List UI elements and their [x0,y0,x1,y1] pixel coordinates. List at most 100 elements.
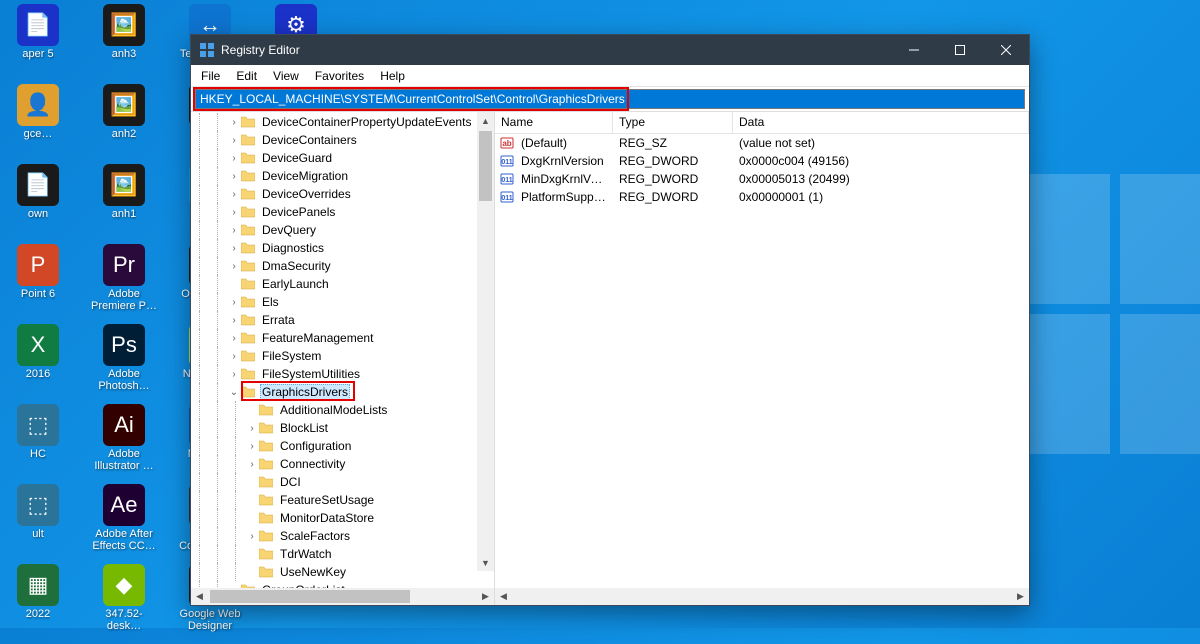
chevron-right-icon[interactable]: › [227,315,241,326]
chevron-right-icon[interactable]: › [227,297,241,308]
values-list[interactable]: ab(Default)REG_SZ(value not set)011DxgKr… [495,134,1029,588]
desktop-shortcut[interactable]: ◆347.52-desk… [90,562,158,642]
tree-horizontal-scrollbar[interactable]: ◀ ▶ [191,588,494,605]
scroll-right-icon[interactable]: ▶ [477,588,494,605]
tree-node[interactable]: UseNewKey [191,563,494,581]
column-data[interactable]: Data [733,112,1029,133]
tree-node[interactable]: EarlyLaunch [191,275,494,293]
chevron-right-icon[interactable]: › [227,225,241,236]
tree-node[interactable]: ›Errata [191,311,494,329]
app-icon: 🖼️ [103,164,145,206]
minimize-button[interactable] [891,35,937,65]
tree-node[interactable]: ›ScaleFactors [191,527,494,545]
desktop-shortcut[interactable]: 📄own [4,162,72,242]
tree-node[interactable]: ›DeviceContainers [191,131,494,149]
value-data: (value not set) [733,136,1029,150]
registry-value-row[interactable]: 011MinDxgKrnlVersi…REG_DWORD0x00005013 (… [495,170,1029,188]
chevron-right-icon[interactable]: › [227,333,241,344]
tree-node[interactable]: GroupOrderList [191,581,494,588]
desktop-shortcut[interactable]: ⬚ult [4,482,72,562]
chevron-right-icon[interactable]: › [227,261,241,272]
registry-value-row[interactable]: 011PlatformSuppor…REG_DWORD0x00000001 (1… [495,188,1029,206]
scroll-right-icon[interactable]: ▶ [1012,588,1029,605]
chevron-right-icon[interactable]: › [227,243,241,254]
value-type: REG_DWORD [613,190,733,204]
tree-node[interactable]: ›BlockList [191,419,494,437]
chevron-right-icon[interactable]: › [227,207,241,218]
desktop-shortcut[interactable]: PPoint 6 [4,242,72,322]
dword-value-icon: 011 [499,189,515,205]
menu-edit[interactable]: Edit [228,67,265,85]
tree-node[interactable]: ›DmaSecurity [191,257,494,275]
tree-node[interactable]: ›FeatureManagement [191,329,494,347]
desktop-shortcut[interactable]: AeAdobe After Effects CC… [90,482,158,562]
tree-node[interactable]: ⌄GraphicsDrivers [191,383,494,401]
chevron-right-icon[interactable]: › [227,153,241,164]
desktop-shortcut[interactable]: X2016 [4,322,72,402]
folder-icon [259,565,275,579]
desktop-shortcut[interactable]: PrAdobe Premiere P… [90,242,158,322]
tree-node[interactable]: ›FileSystemUtilities [191,365,494,383]
tree-node[interactable]: ›Connectivity [191,455,494,473]
tree-node[interactable]: AdditionalModeLists [191,401,494,419]
desktop-shortcut[interactable]: 🖼️anh2 [90,82,158,162]
chevron-right-icon[interactable]: › [227,351,241,362]
shortcut-label: 2022 [26,608,50,620]
chevron-down-icon[interactable]: ⌄ [227,387,241,398]
tree-node[interactable]: ›DevicePanels [191,203,494,221]
tree-node[interactable]: › Diagnostics [191,239,494,257]
address-bar[interactable] [195,89,1025,109]
tree-node[interactable]: ›DeviceMigration [191,167,494,185]
chevron-right-icon[interactable]: › [245,441,259,452]
chevron-right-icon[interactable]: › [245,531,259,542]
desktop-shortcut[interactable]: AiAdobe Illustrator … [90,402,158,482]
tree-scroll[interactable]: ›DeviceContainerPropertyUpdateEvents›Dev… [191,112,494,588]
menu-help[interactable]: Help [372,67,413,85]
close-button[interactable] [983,35,1029,65]
tree-node[interactable]: ›DeviceGuard [191,149,494,167]
chevron-right-icon[interactable]: › [245,423,259,434]
chevron-right-icon[interactable]: › [245,459,259,470]
desktop-shortcut[interactable]: 👤gce… [4,82,72,162]
menu-file[interactable]: File [193,67,228,85]
scroll-down-icon[interactable]: ▼ [477,554,494,571]
folder-icon [259,547,275,561]
desktop-shortcut[interactable]: ▦2022 [4,562,72,642]
column-type[interactable]: Type [613,112,733,133]
menu-favorites[interactable]: Favorites [307,67,372,85]
tree-node[interactable]: FeatureSetUsage [191,491,494,509]
tree-node[interactable]: DCI [191,473,494,491]
tree-node-label: Diagnostics [260,241,326,255]
tree-node[interactable]: ›Configuration [191,437,494,455]
scroll-left-icon[interactable]: ◀ [191,588,208,605]
column-name[interactable]: Name [495,112,613,133]
chevron-right-icon[interactable]: › [227,189,241,200]
tree-node[interactable]: MonitorDataStore [191,509,494,527]
tree-vertical-scrollbar[interactable]: ▲ ▼ [477,112,494,571]
tree-node[interactable]: ›DeviceOverrides [191,185,494,203]
chevron-right-icon[interactable]: › [227,135,241,146]
desktop-shortcut[interactable]: 🖼️anh1 [90,162,158,242]
chevron-right-icon[interactable]: › [227,369,241,380]
registry-value-row[interactable]: ab(Default)REG_SZ(value not set) [495,134,1029,152]
desktop-shortcut[interactable]: 📄aper 5 [4,2,72,82]
folder-icon [241,151,257,165]
desktop-shortcut[interactable]: PsAdobe Photosh… [90,322,158,402]
desktop-shortcut[interactable]: 🖼️anh3 [90,2,158,82]
scroll-left-icon[interactable]: ◀ [495,588,512,605]
desktop-shortcut[interactable]: ⬚HC [4,402,72,482]
chevron-right-icon[interactable]: › [227,171,241,182]
scroll-up-icon[interactable]: ▲ [477,112,494,129]
tree-node[interactable]: ›DeviceContainerPropertyUpdateEvents [191,113,494,131]
tree-node[interactable]: TdrWatch [191,545,494,563]
values-horizontal-scrollbar[interactable]: ◀ ▶ [495,588,1029,605]
titlebar[interactable]: Registry Editor [191,35,1029,65]
tree-node[interactable]: ›FileSystem [191,347,494,365]
registry-value-row[interactable]: 011DxgKrnlVersionREG_DWORD0x0000c004 (49… [495,152,1029,170]
tree-node[interactable]: ›Els [191,293,494,311]
chevron-right-icon[interactable]: › [227,117,241,128]
app-icon: ◆ [103,564,145,606]
tree-node[interactable]: ›DevQuery [191,221,494,239]
maximize-button[interactable] [937,35,983,65]
menu-view[interactable]: View [265,67,307,85]
